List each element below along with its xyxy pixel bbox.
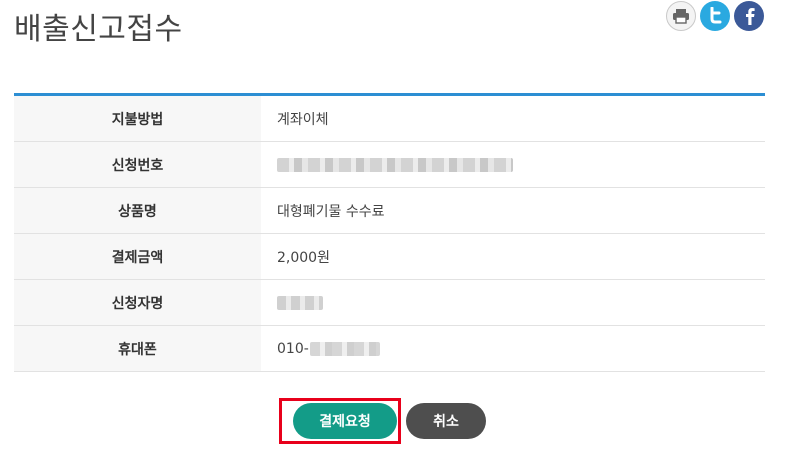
facebook-share-button[interactable] <box>734 1 764 31</box>
redacted-application-number <box>277 157 513 172</box>
action-buttons: 결제요청 취소 <box>0 398 801 444</box>
print-icon <box>673 9 689 24</box>
phone-prefix: 010- <box>277 340 309 357</box>
twitter-icon <box>710 7 722 24</box>
redacted-applicant-name <box>277 295 323 310</box>
twitter-share-button[interactable] <box>700 1 730 31</box>
page-title: 배출신고접수 <box>14 12 183 47</box>
print-button[interactable] <box>666 1 696 31</box>
payment-info-table: 지불방법 계좌이체 신청번호 상품명 대형폐기물 수수료 결제금액 2,000원… <box>14 93 765 372</box>
application-number-value <box>261 142 765 187</box>
table-row: 결제금액 2,000원 <box>14 234 765 280</box>
table-row: 신청자명 <box>14 280 765 326</box>
table-row: 지불방법 계좌이체 <box>14 96 765 142</box>
payment-amount-value: 2,000원 <box>277 249 330 266</box>
facebook-icon <box>746 8 755 25</box>
applicant-name-label: 신청자명 <box>14 280 261 325</box>
pay-request-button[interactable]: 결제요청 <box>293 403 397 439</box>
mobile-phone-value: 010- <box>261 326 765 371</box>
product-name-label: 상품명 <box>14 188 261 233</box>
cancel-button[interactable]: 취소 <box>406 403 486 439</box>
table-row: 상품명 대형폐기물 수수료 <box>14 188 765 234</box>
table-row: 신청번호 <box>14 142 765 188</box>
share-bar <box>666 1 764 31</box>
payment-method-label: 지불방법 <box>14 96 261 141</box>
mobile-phone-label: 휴대폰 <box>14 326 261 371</box>
application-number-label: 신청번호 <box>14 142 261 187</box>
payment-amount-label: 결제금액 <box>14 234 261 279</box>
table-row: 휴대폰 010- <box>14 326 765 372</box>
product-name-value: 대형폐기물 수수료 <box>277 203 385 220</box>
redacted-phone-number <box>309 341 380 356</box>
applicant-name-value <box>261 280 765 325</box>
payment-method-value: 계좌이체 <box>277 111 329 128</box>
